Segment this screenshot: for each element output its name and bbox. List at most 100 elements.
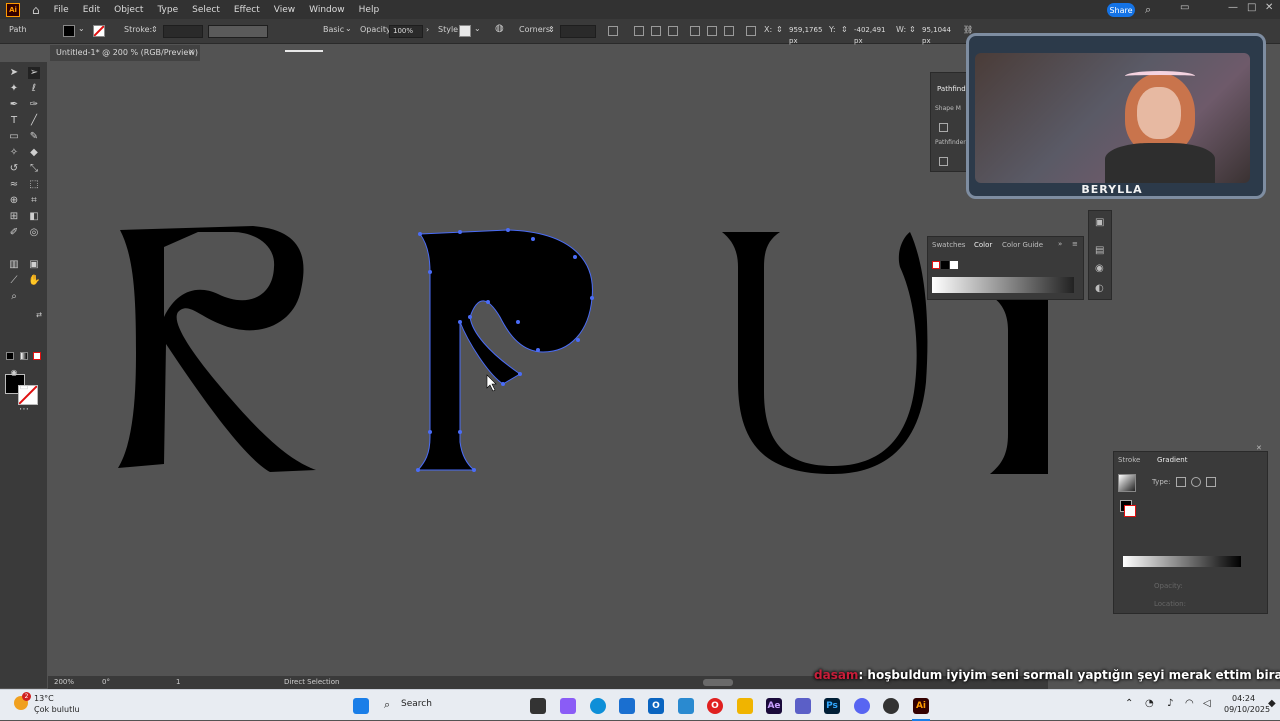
- rotation-field[interactable]: 0°: [102, 678, 110, 686]
- line-tool-icon[interactable]: ╱: [28, 115, 40, 127]
- stroke-weight-stepper[interactable]: ⇕: [151, 25, 158, 34]
- align-bottom-icon[interactable]: [724, 26, 734, 36]
- align-middle-icon[interactable]: [707, 26, 717, 36]
- tab-swatches[interactable]: Swatches: [932, 241, 965, 249]
- screen-icon[interactable]: [678, 698, 694, 714]
- x-stepper[interactable]: ⇕: [776, 25, 783, 34]
- file-explorer-icon[interactable]: [737, 698, 753, 714]
- letter-u[interactable]: [722, 232, 928, 474]
- chevron-down-icon[interactable]: ⌄: [78, 24, 85, 33]
- opera-icon[interactable]: O: [707, 698, 723, 714]
- align-top-icon[interactable]: [690, 26, 700, 36]
- x-field[interactable]: 959,1765 px: [786, 25, 826, 45]
- maximize-icon[interactable]: □: [1247, 2, 1256, 13]
- align-right-icon[interactable]: [668, 26, 678, 36]
- artboard-tool-icon[interactable]: ▣: [28, 259, 40, 271]
- search-icon[interactable]: ⌕: [1145, 3, 1151, 17]
- menu-window[interactable]: Window: [309, 5, 345, 15]
- clock-time[interactable]: 04:24: [1232, 694, 1255, 703]
- white-color-icon[interactable]: [950, 261, 958, 269]
- gradient-slider[interactable]: [1123, 556, 1241, 567]
- column-graph-tool-icon[interactable]: ▥: [8, 259, 20, 271]
- menu-type[interactable]: Type: [157, 5, 178, 15]
- chevron-right-icon[interactable]: ›: [426, 25, 429, 34]
- radial-gradient-icon[interactable]: [1191, 477, 1201, 487]
- wifi-icon[interactable]: ◠: [1185, 698, 1194, 709]
- fill-color-swatch[interactable]: [63, 25, 75, 37]
- warp-tool-icon[interactable]: ≈: [8, 179, 20, 191]
- w-field[interactable]: 95,1044 px: [919, 25, 959, 45]
- y-stepper[interactable]: ⇕: [841, 25, 848, 34]
- zoom-field[interactable]: 200%: [54, 678, 74, 686]
- stroke-weight-field[interactable]: [163, 25, 203, 38]
- menu-effect[interactable]: Effect: [234, 5, 260, 15]
- tab-stroke[interactable]: Stroke: [1118, 456, 1140, 464]
- stroke-color-swatch[interactable]: [93, 25, 105, 37]
- volume-icon[interactable]: ◁: [1203, 698, 1211, 709]
- grayscale-ramp[interactable]: [932, 277, 1074, 293]
- free-transform-tool-icon[interactable]: ⬚: [28, 179, 40, 191]
- appearance-panel-icon[interactable]: ◉: [1095, 263, 1104, 274]
- close-window-icon[interactable]: ✕: [1265, 2, 1273, 13]
- task-view-icon[interactable]: [530, 698, 546, 714]
- eyedropper-tool-icon[interactable]: ✐: [8, 227, 20, 239]
- menu-edit[interactable]: Edit: [83, 5, 100, 15]
- close-panel-icon[interactable]: ✕: [1256, 444, 1262, 452]
- graphic-style-swatch[interactable]: [459, 25, 471, 37]
- menu-select[interactable]: Select: [192, 5, 220, 15]
- tab-gradient[interactable]: Gradient: [1157, 456, 1187, 464]
- hand-tool-icon[interactable]: ✋: [28, 275, 40, 287]
- chevron-down-icon[interactable]: ⌄: [474, 24, 481, 33]
- type-tool-icon[interactable]: T: [8, 115, 20, 127]
- copilot-icon[interactable]: [560, 698, 576, 714]
- teams-icon[interactable]: [795, 698, 811, 714]
- blend-tool-icon[interactable]: ◎: [28, 227, 40, 239]
- close-tab-icon[interactable]: ×: [188, 47, 195, 56]
- microphone-icon[interactable]: ♪: [1167, 698, 1173, 709]
- curvature-tool-icon[interactable]: ✑: [28, 99, 40, 111]
- minimize-icon[interactable]: —: [1228, 2, 1238, 13]
- perspective-grid-tool-icon[interactable]: ⌗: [28, 195, 40, 207]
- artboard-number-field[interactable]: 1: [176, 678, 180, 686]
- search-icon[interactable]: ⌕: [384, 698, 390, 712]
- divide-icon[interactable]: [939, 157, 948, 166]
- scale-tool-icon[interactable]: ⤡: [28, 163, 40, 175]
- transparency-panel-icon[interactable]: ◐: [1095, 283, 1104, 294]
- menu-file[interactable]: File: [54, 5, 69, 15]
- direct-selection-tool-icon[interactable]: ➢: [28, 67, 40, 79]
- tab-color-guide[interactable]: Color Guide: [1002, 241, 1043, 249]
- outlook-icon[interactable]: O: [648, 698, 664, 714]
- align-center-icon[interactable]: [651, 26, 661, 36]
- store-icon[interactable]: [619, 698, 635, 714]
- edit-toolbar-icon[interactable]: ⋯: [18, 404, 30, 416]
- menu-help[interactable]: Help: [359, 5, 380, 15]
- variable-width-field[interactable]: [208, 25, 268, 38]
- black-color-icon[interactable]: [941, 261, 949, 269]
- gradient-preview[interactable]: [1118, 474, 1136, 492]
- obs-icon[interactable]: [883, 698, 899, 714]
- opacity-field[interactable]: 100%: [389, 25, 423, 38]
- letter-p-selected[interactable]: [416, 228, 594, 472]
- edge-icon[interactable]: [590, 698, 606, 714]
- menu-object[interactable]: Object: [114, 5, 143, 15]
- color-mode-icon[interactable]: [6, 352, 14, 360]
- pen-tool-icon[interactable]: ✒: [8, 99, 20, 111]
- draw-normal-icon[interactable]: ◉: [8, 367, 20, 379]
- linear-gradient-icon[interactable]: [1176, 477, 1186, 487]
- network-icon[interactable]: ◔: [1145, 698, 1154, 709]
- horizontal-scrollbar[interactable]: [703, 679, 733, 686]
- gradient-tool-icon[interactable]: ◧: [28, 211, 40, 223]
- magic-wand-tool-icon[interactable]: ✦: [8, 83, 20, 95]
- document-tab[interactable]: Untitled-1* @ 200 % (RGB/Preview): [50, 45, 200, 61]
- workspace-icon[interactable]: ▭: [1180, 2, 1189, 13]
- gradient-mode-icon[interactable]: [20, 352, 28, 360]
- panel-menu-icon[interactable]: ≡: [1072, 240, 1078, 248]
- unite-icon[interactable]: [939, 123, 948, 132]
- letter-partial-right[interactable]: [990, 298, 1048, 474]
- align-to-icon[interactable]: [608, 26, 618, 36]
- photoshop-icon[interactable]: Ps: [824, 698, 840, 714]
- none-mode-icon[interactable]: [33, 352, 41, 360]
- tab-color[interactable]: Color: [974, 241, 992, 249]
- paintbrush-tool-icon[interactable]: ✎: [28, 131, 40, 143]
- illustrator-taskbar-icon[interactable]: Ai: [913, 698, 929, 714]
